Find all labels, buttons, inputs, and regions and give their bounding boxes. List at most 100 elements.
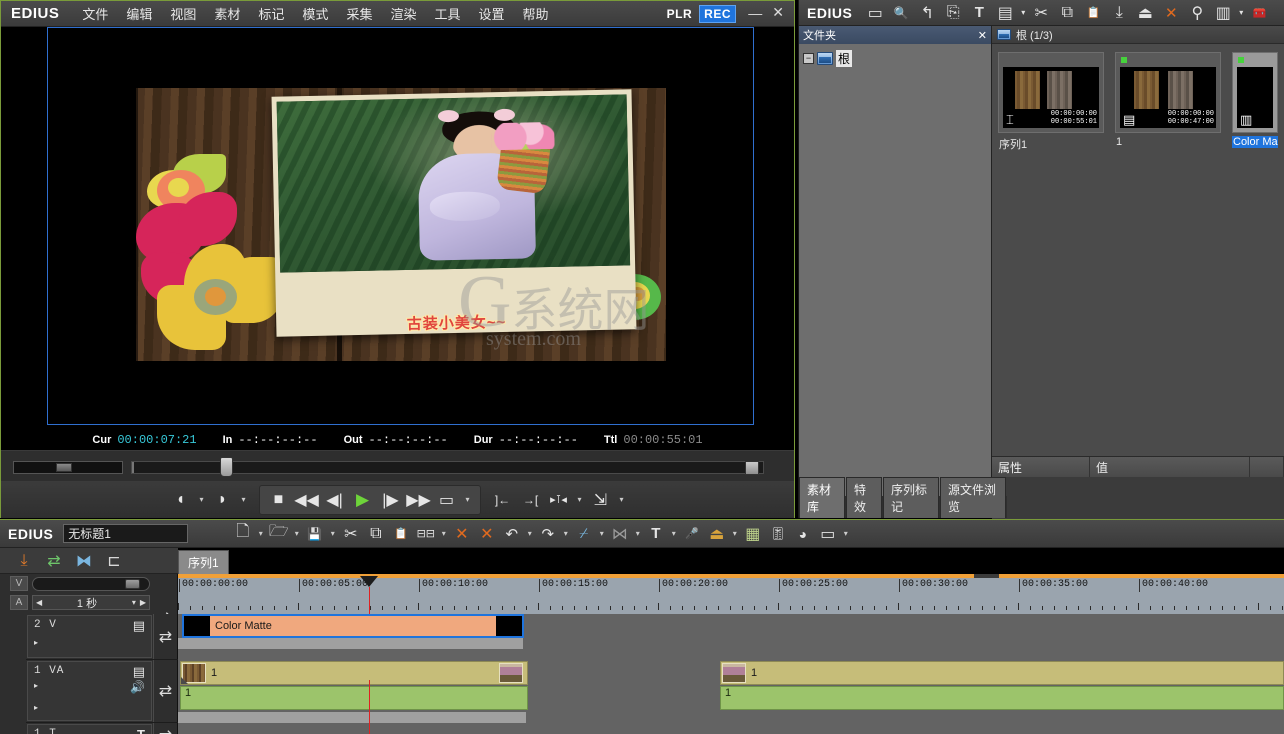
track-header[interactable]: 1 T T ⇄	[0, 723, 178, 734]
video-track-badge[interactable]: V	[10, 576, 28, 591]
search-icon[interactable]: 🔍	[888, 2, 914, 24]
track-header-main[interactable]: 2 V ▤ ▸	[27, 615, 152, 658]
new-project-dropdown-icon[interactable]: ▾	[255, 529, 266, 538]
set-out-point-button[interactable]: ◗	[210, 488, 236, 512]
ripple-dropdown-icon[interactable]: ▾	[438, 529, 449, 538]
delete-icon[interactable]: ✕	[1158, 2, 1184, 24]
tab-sequence-1[interactable]: 序列1	[178, 550, 229, 574]
layout-dropdown-icon[interactable]: ▾	[840, 529, 851, 538]
bin-thumbnail[interactable]: ⌶ 00:00:00:0000:00:55:01	[998, 52, 1104, 133]
preview-frame[interactable]: 古装小美女~~ G系统网 system.com	[47, 27, 754, 425]
audio-keyframe-lane[interactable]	[178, 712, 526, 723]
set-in-point-button[interactable]: ◖	[168, 488, 194, 512]
menu-help[interactable]: 帮助	[514, 1, 558, 26]
marker-dropdown[interactable]: ▾	[574, 495, 586, 504]
video-lane[interactable]: 1 1	[178, 660, 1284, 686]
audio-track-badge[interactable]: A	[10, 595, 28, 610]
next-frame-button[interactable]: |▶	[378, 488, 404, 512]
video-track-icon[interactable]: ▤	[133, 618, 145, 634]
scale-decrease-icon[interactable]: ◀	[36, 598, 42, 607]
sequence-matte-icon[interactable]: ▦	[740, 522, 765, 546]
tree-collapse-toggle[interactable]: −	[803, 53, 814, 64]
menu-marker[interactable]: 标记	[249, 1, 293, 26]
voice-over-icon[interactable]: 🎤	[679, 522, 704, 546]
ripple-mode-icon[interactable]: ⇄	[42, 551, 66, 571]
track-expand-icon[interactable]: ▸	[34, 681, 38, 690]
timeline-scale-selector[interactable]: ◀ 1 秒 ▾ ▶	[32, 595, 150, 610]
track-header[interactable]: 2 V ▤ ▸ ⇄	[0, 614, 178, 659]
menu-mode[interactable]: 模式	[293, 1, 337, 26]
export-dropdown-icon[interactable]: ▾	[729, 529, 740, 538]
minimize-icon[interactable]: —	[748, 5, 762, 21]
paste-icon[interactable]: 📋	[388, 522, 413, 546]
track-sync-icon[interactable]: ⇄	[153, 614, 177, 659]
track-header-main[interactable]: 1 T T	[27, 724, 152, 734]
ripple-icon[interactable]: ⊟⊟	[413, 522, 438, 546]
loop-dropdown[interactable]: ▾	[462, 495, 474, 504]
menu-render[interactable]: 渲染	[381, 1, 425, 26]
fast-forward-button[interactable]: ▶▶	[406, 488, 432, 512]
set-in-point-dropdown[interactable]: ▾	[196, 495, 208, 504]
paste-icon[interactable]: 📋	[1080, 2, 1106, 24]
player-timeline-slider[interactable]	[131, 461, 764, 474]
track-lane[interactable]: 1 1 1	[178, 660, 1284, 722]
new-project-icon[interactable]: 🗋	[230, 522, 255, 546]
toolbox-icon[interactable]: 🧰	[1246, 2, 1272, 24]
player-mode-button[interactable]: PLR	[663, 6, 697, 22]
copy-icon[interactable]: ⧉	[1054, 2, 1080, 24]
bin-item-color-matte[interactable]: ▥ Color Ma	[1232, 52, 1278, 148]
save-project-icon[interactable]: 💾	[302, 522, 327, 546]
save-project-dropdown-icon[interactable]: ▾	[327, 529, 338, 538]
shuttle-slider[interactable]	[13, 461, 123, 474]
color-bars-icon[interactable]: ▤	[992, 2, 1018, 24]
slider-end-button[interactable]	[745, 461, 759, 475]
bin-thumbnail[interactable]: ▥	[1232, 52, 1278, 133]
properties-icon[interactable]: ⚲	[1184, 2, 1210, 24]
value-column-header[interactable]: 值	[1090, 457, 1250, 477]
group-mode-icon[interactable]: ⧓	[72, 551, 96, 571]
layout-icon[interactable]: ▭	[815, 522, 840, 546]
tab-effects[interactable]: 特效	[846, 477, 882, 518]
sync-mode-icon[interactable]: ⊏	[102, 551, 126, 571]
list-view-icon[interactable]: ▥	[1210, 2, 1236, 24]
delete-part-icon[interactable]: ✕	[474, 522, 499, 546]
go-up-icon[interactable]: ↰	[914, 2, 940, 24]
menu-edit[interactable]: 编辑	[117, 1, 161, 26]
zoom-slider-knob[interactable]	[125, 579, 140, 589]
view-dropdown-icon[interactable]: ▾	[1236, 2, 1246, 24]
loop-playback-button[interactable]: ▭	[434, 488, 460, 512]
folder-tree-item-root[interactable]: − 根	[803, 50, 987, 67]
menu-view[interactable]: 视图	[161, 1, 205, 26]
razor-dropdown-icon[interactable]: ▾	[596, 529, 607, 538]
add-title-icon[interactable]: T	[966, 2, 992, 24]
scale-increase-icon[interactable]: ▶	[140, 598, 146, 607]
cut-icon[interactable]: ✂	[338, 522, 363, 546]
tab-sequence-marker[interactable]: 序列标记	[883, 477, 939, 518]
undo-icon[interactable]: ↶	[499, 522, 524, 546]
property-column-header[interactable]: 属性	[992, 457, 1090, 477]
bin-item-sequence[interactable]: ⌶ 00:00:00:0000:00:55:01 序列1	[998, 52, 1104, 152]
stop-button[interactable]: ■	[266, 488, 292, 512]
folder-panel-close-icon[interactable]: ✕	[978, 29, 987, 42]
track-sync-icon[interactable]: ⇄	[153, 660, 177, 722]
title-dropdown-icon[interactable]: ▾	[668, 529, 679, 538]
menu-file[interactable]: 文件	[73, 1, 117, 26]
timeline-ruler[interactable]: 00:00:00:00 00:00:05:00 00:00:10:00 00:0…	[178, 574, 1284, 614]
out-value[interactable]: --:--:--:--	[369, 433, 448, 447]
clip-video-1b[interactable]: 1	[720, 661, 1284, 685]
track-sync-icon[interactable]: ⇄	[153, 723, 177, 734]
export-dropdown[interactable]: ▾	[616, 495, 628, 504]
delete-effect-icon[interactable]: ✕	[449, 522, 474, 546]
track-header-main[interactable]: 1 VA ▤ ▸ 🔊 ▸	[27, 661, 152, 721]
previous-frame-button[interactable]: ◀|	[322, 488, 348, 512]
scale-dropdown-icon[interactable]: ▾	[132, 598, 136, 607]
open-project-icon[interactable]: 🗁	[266, 522, 291, 546]
menu-tools[interactable]: 工具	[425, 1, 469, 26]
add-marker-button[interactable]: ▸⊺◂	[546, 488, 572, 512]
bin-item-clip[interactable]: ▤ 00:00:00:0000:00:47:00 1	[1115, 52, 1221, 148]
download-icon[interactable]: ⤓	[1106, 2, 1132, 24]
copy-icon[interactable]: ⧉	[363, 522, 388, 546]
add-to-bin-icon[interactable]: ⎘	[940, 2, 966, 24]
open-folder-icon[interactable]: ▭	[862, 2, 888, 24]
player-position-handle[interactable]	[220, 457, 233, 477]
